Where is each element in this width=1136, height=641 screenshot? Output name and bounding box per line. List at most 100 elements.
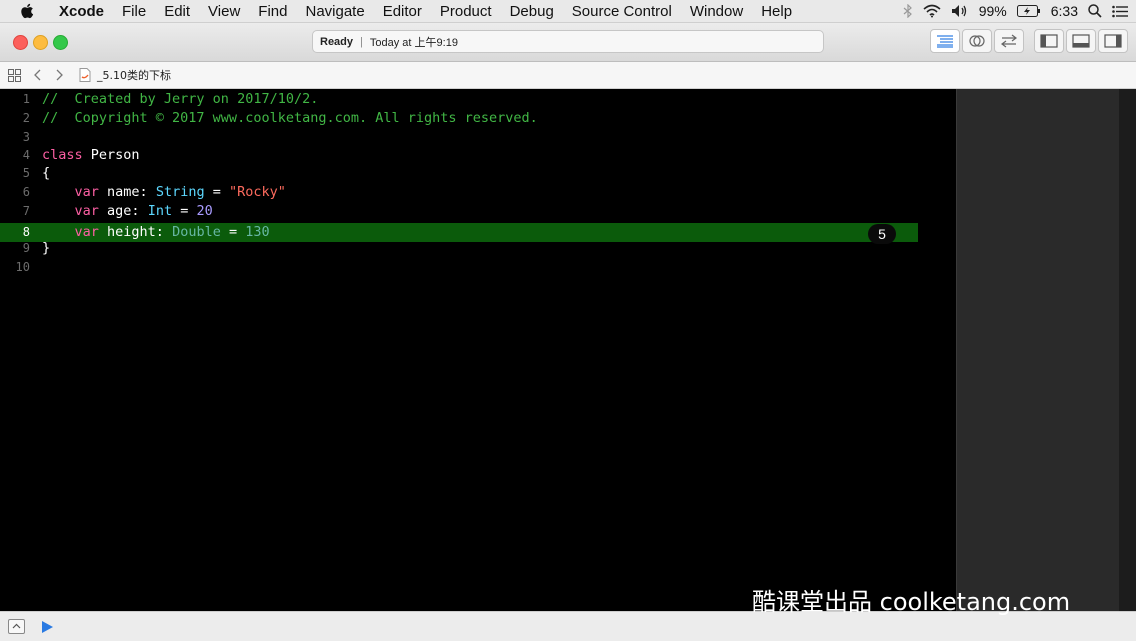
- menu-navigate[interactable]: Navigate: [296, 3, 373, 20]
- line-number: 10: [15, 260, 30, 274]
- code-token: Double: [172, 224, 221, 240]
- jump-bar: _5.10类的下标: [0, 62, 1136, 89]
- code-token: height:: [98, 224, 173, 240]
- menu-view[interactable]: View: [199, 3, 249, 20]
- code-token: 130: [245, 224, 270, 240]
- bluetooth-icon[interactable]: [903, 4, 913, 18]
- code-token: =: [220, 224, 246, 240]
- line-number: 2: [22, 111, 30, 125]
- code-line: 4 class Person: [0, 146, 956, 165]
- code-token: var: [74, 184, 99, 200]
- menu-editor[interactable]: Editor: [374, 3, 431, 20]
- menu-source-control[interactable]: Source Control: [563, 3, 681, 20]
- results-sidebar: [956, 89, 1120, 611]
- code-token: var: [74, 203, 99, 219]
- minimize-window-button[interactable]: [33, 35, 48, 50]
- code-token: String: [155, 184, 205, 200]
- menu-find[interactable]: Find: [249, 3, 296, 20]
- right-panel-icon: [1104, 34, 1122, 48]
- forward-button[interactable]: [56, 62, 64, 88]
- spotlight-search-icon[interactable]: [1088, 4, 1102, 18]
- vertical-scrollbar[interactable]: [1119, 89, 1136, 611]
- menu-xcode[interactable]: Xcode: [50, 3, 113, 20]
- bottom-panel-icon: [1072, 34, 1090, 48]
- volume-icon[interactable]: [951, 4, 969, 18]
- notification-center-icon[interactable]: [1112, 5, 1128, 18]
- clock[interactable]: 6:33: [1051, 3, 1078, 19]
- status-timestamp: Today at 上午9:19: [369, 36, 458, 49]
- code-text: class Person: [42, 146, 140, 165]
- watermark-text: 酷课堂出品 coolketang.com: [752, 588, 1071, 616]
- code-token: // Copyright © 2017 www.coolketang.com. …: [42, 110, 538, 126]
- source-editor[interactable]: 1 // Created by Jerry on 2017/10/2. 2 // C…: [0, 89, 956, 611]
- version-editor-button[interactable]: [994, 29, 1024, 53]
- code-line: 7 var age: Int = 20: [0, 202, 956, 221]
- menu-help[interactable]: Help: [752, 3, 801, 20]
- code-text: var age: Int = 20: [42, 202, 213, 221]
- apple-menu-icon[interactable]: [20, 3, 34, 19]
- status-text: Ready: [320, 35, 354, 48]
- line-number: 7: [22, 204, 30, 218]
- code-text: {: [42, 164, 50, 183]
- line-number: 4: [22, 148, 30, 162]
- code-token: var: [74, 224, 99, 240]
- line-number: 6: [22, 185, 30, 199]
- code-line: 6 var name: String = "Rocky": [0, 183, 956, 202]
- code-line: 5{: [0, 164, 956, 183]
- run-playground-button[interactable]: [40, 619, 54, 638]
- toggle-utilities-button[interactable]: [1098, 29, 1128, 53]
- activity-status-view: Ready | Today at 上午9:19: [312, 30, 824, 53]
- battery-percent: 99%: [978, 3, 1007, 19]
- assistant-editor-icon: [969, 35, 985, 47]
- chevron-right-icon: [56, 69, 63, 81]
- menu-window[interactable]: Window: [681, 3, 752, 20]
- window-toolbar: Ready | Today at 上午9:19: [0, 23, 1136, 62]
- toggle-debug-area-button[interactable]: [1066, 29, 1096, 53]
- close-window-button[interactable]: [13, 35, 28, 50]
- code-token: Int: [147, 203, 173, 219]
- menu-edit[interactable]: Edit: [155, 3, 199, 20]
- status-separator: |: [360, 35, 363, 48]
- result-badge[interactable]: 5: [868, 224, 896, 244]
- toggle-navigator-button[interactable]: [1034, 29, 1064, 53]
- code-token: }: [42, 240, 51, 256]
- code-token: name:: [98, 184, 156, 200]
- code-token: 20: [196, 203, 213, 219]
- code-line: 10: [0, 258, 956, 277]
- standard-editor-icon: [937, 35, 953, 48]
- show-debug-area-button[interactable]: [8, 619, 25, 634]
- menu-bar: Xcode File Edit View Find Navigate Edito…: [0, 0, 1136, 23]
- code-token: =: [172, 203, 197, 219]
- back-button[interactable]: [33, 62, 41, 88]
- code-token: =: [204, 184, 229, 200]
- standard-editor-button[interactable]: [930, 29, 960, 53]
- line-number: 5: [22, 166, 30, 180]
- menu-debug[interactable]: Debug: [501, 3, 563, 20]
- chevron-left-icon: [34, 69, 41, 81]
- grid-icon: [8, 68, 21, 82]
- code-token: age:: [98, 203, 148, 219]
- panel-toggle-icon: [12, 623, 21, 629]
- left-panel-icon: [1040, 34, 1058, 48]
- menu-file[interactable]: File: [113, 3, 155, 20]
- zoom-window-button[interactable]: [53, 35, 68, 50]
- line-number: 9: [22, 241, 30, 255]
- code-text: // Copyright © 2017 www.coolketang.com. …: [42, 109, 538, 128]
- jump-bar-file[interactable]: _5.10类的下标: [79, 62, 171, 88]
- code-token: class: [42, 147, 83, 163]
- code-line: 2 // Copyright © 2017 www.coolketang.com.…: [0, 109, 956, 128]
- wifi-icon[interactable]: [923, 4, 941, 18]
- code-token: "Rocky": [228, 184, 286, 200]
- line-number: 3: [22, 130, 30, 144]
- assistant-editor-button[interactable]: [962, 29, 992, 53]
- code-text: }: [42, 239, 50, 258]
- battery-icon[interactable]: [1016, 5, 1041, 17]
- code-token: {: [42, 165, 51, 181]
- code-line: 9}: [0, 239, 956, 258]
- code-line: 1 // Created by Jerry on 2017/10/2.: [0, 90, 956, 109]
- related-items-button[interactable]: [8, 62, 21, 88]
- menu-product[interactable]: Product: [431, 3, 501, 20]
